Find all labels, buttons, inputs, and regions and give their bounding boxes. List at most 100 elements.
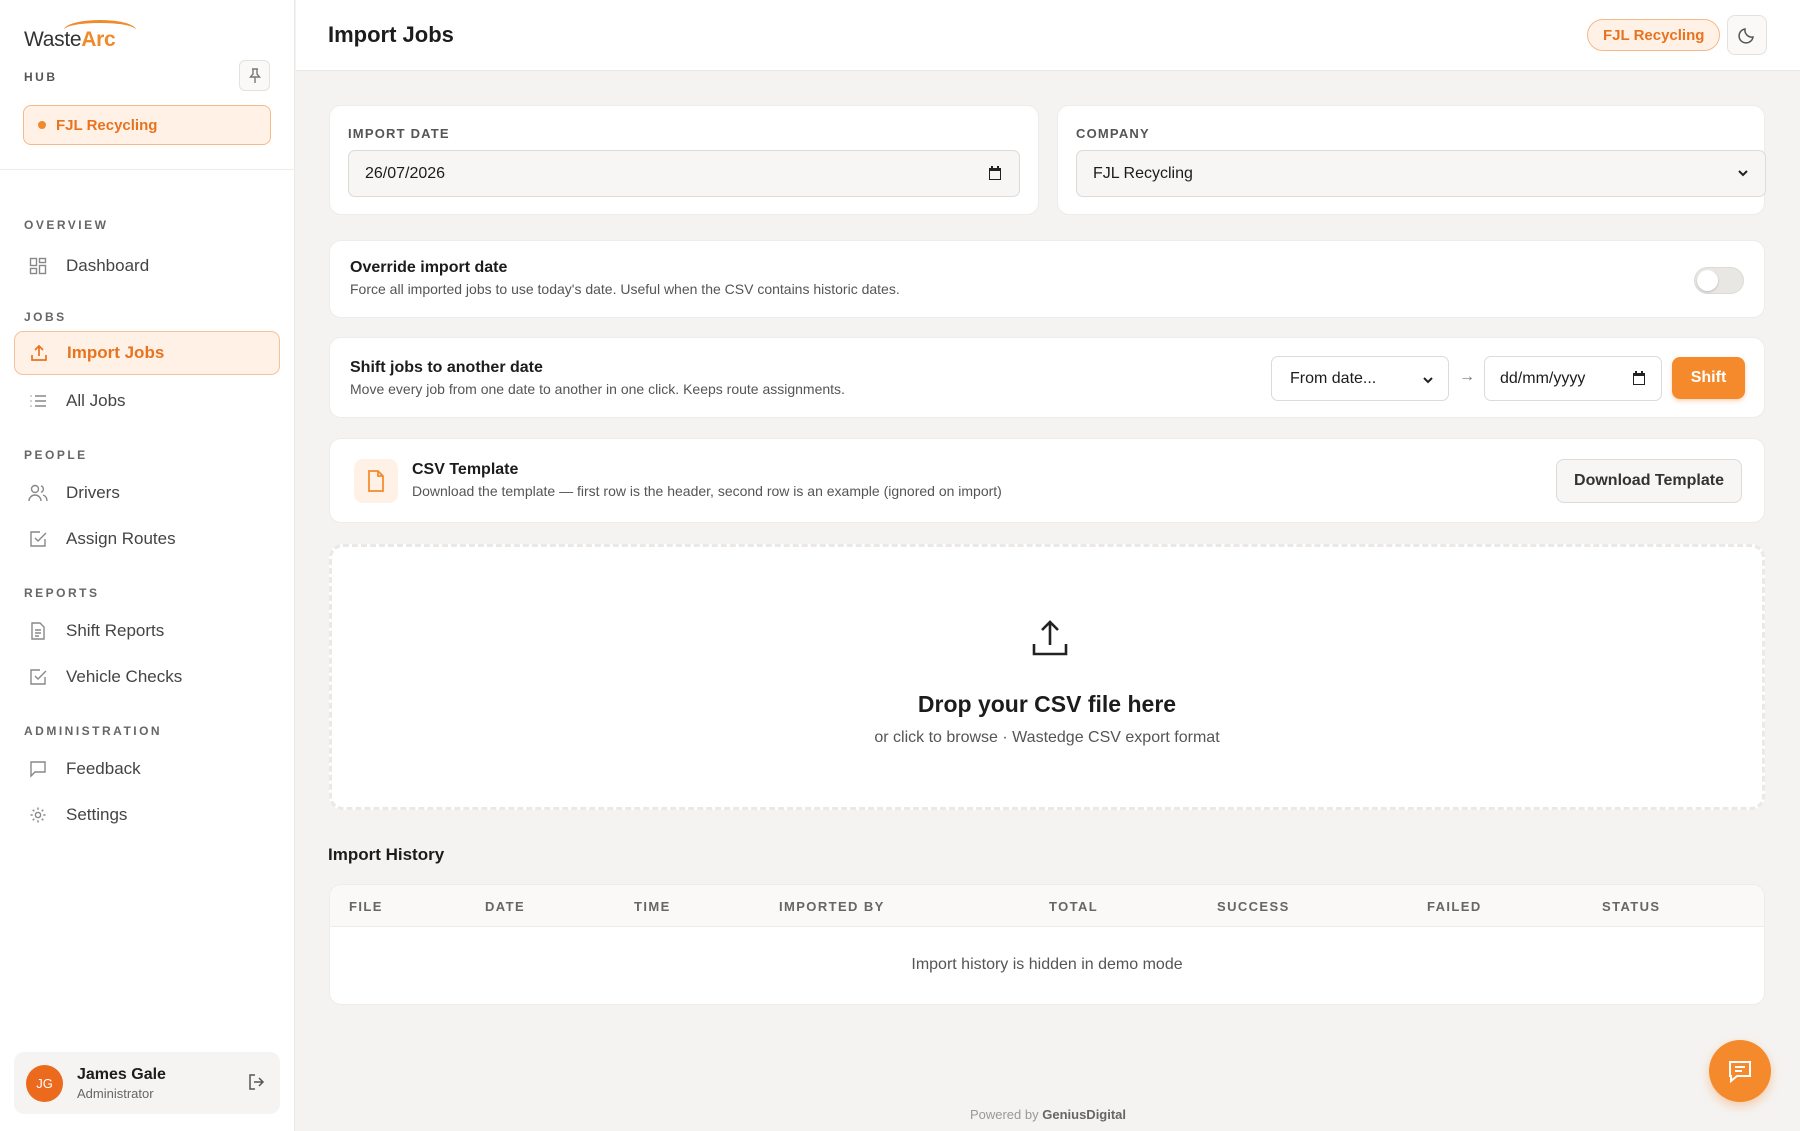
sidebar: WasteArc HUB FJL Recycling OVERVIEW Dash… xyxy=(0,0,295,1131)
shift-description: Move every job from one date to another … xyxy=(350,381,845,397)
column-header-status[interactable]: STATUS xyxy=(1602,899,1660,914)
sidebar-item-import-jobs[interactable]: Import Jobs xyxy=(14,331,280,375)
sidebar-item-label: Dashboard xyxy=(66,256,150,275)
column-header-imported-by[interactable]: IMPORTED BY xyxy=(779,899,885,914)
sidebar-item-all-jobs[interactable]: All Jobs xyxy=(14,379,280,423)
status-dot xyxy=(38,121,46,129)
company-select[interactable]: FJL Recycling xyxy=(1076,150,1766,197)
wastearc-logo[interactable]: WasteArc xyxy=(24,20,136,52)
table-header: FILE DATE TIME IMPORTED BY TOTAL SUCCESS… xyxy=(330,885,1764,927)
users-icon xyxy=(28,483,48,503)
gear-icon xyxy=(28,805,48,825)
message-icon xyxy=(28,759,48,779)
sidebar-item-label: Settings xyxy=(66,805,128,824)
import-history-title: Import History xyxy=(328,845,445,864)
column-header-date[interactable]: DATE xyxy=(485,899,525,914)
topbar: Import Jobs FJL Recycling xyxy=(296,0,1800,71)
sidebar-divider xyxy=(0,169,295,170)
logo-swoosh xyxy=(64,20,136,40)
user-role: Administrator xyxy=(77,1085,154,1101)
user-card[interactable]: JG James Gale Administrator xyxy=(14,1052,280,1114)
company-label: COMPANY xyxy=(1076,126,1150,141)
sidebar-item-shift-reports[interactable]: Shift Reports xyxy=(14,609,280,653)
checkbox-icon xyxy=(28,529,48,549)
override-date-card: Override import date Force all imported … xyxy=(329,240,1765,318)
sidebar-item-dashboard[interactable]: Dashboard xyxy=(14,244,280,288)
import-date-label: IMPORT DATE xyxy=(348,126,450,141)
list-icon xyxy=(28,391,48,411)
calendar-icon[interactable] xyxy=(1631,370,1647,391)
sidebar-item-label: Drivers xyxy=(66,483,120,502)
upload-icon xyxy=(1031,619,1069,662)
column-header-file[interactable]: FILE xyxy=(349,899,383,914)
download-template-button[interactable]: Download Template xyxy=(1556,459,1742,503)
toggle-knob xyxy=(1697,270,1718,291)
sidebar-item-label: Import Jobs xyxy=(67,343,165,362)
override-description: Force all imported jobs to use today's d… xyxy=(350,281,900,297)
nav-section-people: PEOPLE xyxy=(24,448,88,462)
company-card: COMPANY FJL Recycling xyxy=(1057,105,1766,215)
column-header-failed[interactable]: FAILED xyxy=(1427,899,1482,914)
import-date-input[interactable]: 26/07/2026 xyxy=(348,150,1020,197)
sidebar-item-assign-routes[interactable]: Assign Routes xyxy=(14,517,280,561)
sidebar-item-feedback[interactable]: Feedback xyxy=(14,747,280,791)
header-company-chip[interactable]: FJL Recycling xyxy=(1587,19,1721,51)
dropzone-subtitle: or click to browse · Wastedge CSV export… xyxy=(874,729,1220,746)
from-date-select[interactable]: From date... xyxy=(1271,356,1449,401)
powered-brand[interactable]: GeniusDigital xyxy=(1042,1107,1126,1122)
company-select-value: FJL Recycling xyxy=(1093,164,1193,182)
logout-icon[interactable] xyxy=(248,1073,266,1096)
dashboard-icon xyxy=(28,256,48,276)
pin-sidebar-button[interactable] xyxy=(239,60,270,91)
avatar: JG xyxy=(26,1064,63,1102)
sidebar-item-settings[interactable]: Settings xyxy=(14,793,280,837)
override-toggle[interactable] xyxy=(1694,267,1744,294)
from-date-value: From date... xyxy=(1290,369,1377,387)
chat-icon xyxy=(1729,1061,1751,1084)
arrow-separator: → xyxy=(1459,368,1475,385)
checkbox-icon xyxy=(28,667,48,687)
chat-button[interactable] xyxy=(1709,1040,1771,1102)
company-chip[interactable]: FJL Recycling xyxy=(23,105,271,145)
sidebar-item-label: Assign Routes xyxy=(66,529,176,548)
user-name: James Gale xyxy=(77,1065,166,1083)
import-date-value: 26/07/2026 xyxy=(365,164,446,182)
csv-template-card: CSV Template Download the template — fir… xyxy=(329,438,1765,523)
sidebar-item-label: Shift Reports xyxy=(66,621,165,640)
shift-title: Shift jobs to another date xyxy=(350,359,543,376)
csv-template-title: CSV Template xyxy=(412,461,519,478)
sidebar-item-drivers[interactable]: Drivers xyxy=(14,471,280,515)
powered-prefix: Powered by xyxy=(969,1107,1039,1122)
chevron-down-icon xyxy=(1737,166,1749,184)
dropzone-title: Drop your CSV file here xyxy=(917,691,1177,717)
chevron-down-icon xyxy=(1422,373,1434,391)
column-header-time[interactable]: TIME xyxy=(634,899,671,914)
pin-icon xyxy=(248,67,261,83)
sidebar-item-label: Vehicle Checks xyxy=(66,667,183,686)
nav-section-administration: ADMINISTRATION xyxy=(24,724,163,738)
shift-button[interactable]: Shift xyxy=(1672,357,1745,399)
empty-state-message: Import history is hidden in demo mode xyxy=(911,956,1183,973)
nav-section-reports: REPORTS xyxy=(24,586,100,600)
upload-icon xyxy=(29,343,49,363)
calendar-icon[interactable] xyxy=(987,165,1003,186)
csv-dropzone[interactable]: Drop your CSV file here or click to brow… xyxy=(329,544,1765,810)
sidebar-item-label: All Jobs xyxy=(66,391,126,410)
document-icon xyxy=(28,621,48,641)
import-date-card: IMPORT DATE 26/07/2026 xyxy=(329,105,1039,215)
moon-icon xyxy=(1738,28,1754,44)
to-date-placeholder: dd/mm/yyyy xyxy=(1500,369,1586,387)
import-history-table: FILE DATE TIME IMPORTED BY TOTAL SUCCESS… xyxy=(329,884,1765,1005)
nav-section-overview: OVERVIEW xyxy=(24,218,109,232)
file-icon-box xyxy=(354,459,398,503)
to-date-input[interactable]: dd/mm/yyyy xyxy=(1484,356,1662,401)
shift-jobs-card: Shift jobs to another date Move every jo… xyxy=(329,337,1765,418)
theme-toggle-button[interactable] xyxy=(1727,15,1767,55)
sidebar-item-vehicle-checks[interactable]: Vehicle Checks xyxy=(14,655,280,699)
sidebar-item-label: Feedback xyxy=(66,759,141,778)
column-header-total[interactable]: TOTAL xyxy=(1049,899,1098,914)
nav-section-jobs: JOBS xyxy=(24,310,67,324)
column-header-success[interactable]: SUCCESS xyxy=(1217,899,1290,914)
hub-label: HUB xyxy=(24,70,58,84)
csv-template-description: Download the template — first row is the… xyxy=(412,483,1002,499)
